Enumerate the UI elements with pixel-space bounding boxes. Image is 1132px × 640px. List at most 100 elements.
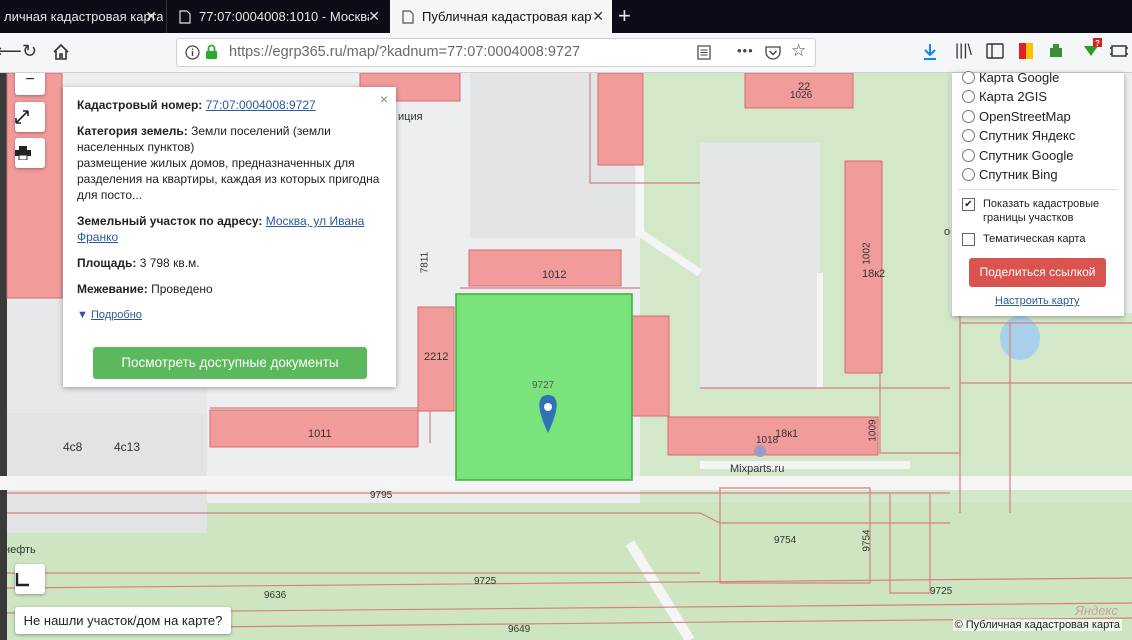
- close-icon[interactable]: ✕: [368, 8, 380, 25]
- bookmark-flag-icon[interactable]: [1018, 42, 1034, 60]
- extension-icon[interactable]: [1048, 43, 1066, 59]
- layer-option-label: Спутник Bing: [979, 167, 1058, 182]
- layer-option-yandex-satellite[interactable]: Спутник Яндекс: [962, 128, 1075, 143]
- page-actions-menu[interactable]: •••: [737, 43, 754, 58]
- survey-label: Межевание:: [77, 282, 148, 296]
- ruler-button[interactable]: [15, 564, 45, 594]
- layer-option-label: Спутник Google: [979, 148, 1074, 163]
- address-row: Земельный участок по адресу: Москва, ул …: [77, 213, 382, 245]
- triangle-down-icon: ▼: [77, 309, 88, 321]
- survey-row: Межевание: Проведено: [77, 281, 382, 297]
- radio-button[interactable]: [962, 110, 975, 123]
- copyright-text: © Публичная кадастровая карта: [952, 619, 1122, 631]
- bookmark-star-icon[interactable]: ☆: [791, 41, 806, 61]
- building-label: 4с8: [63, 440, 83, 454]
- document-icon: [402, 9, 414, 24]
- view-documents-button[interactable]: Посмотреть доступные документы: [93, 347, 367, 379]
- home-icon[interactable]: [52, 43, 70, 61]
- parcel-label: 9754: [861, 529, 873, 552]
- checkbox-unchecked[interactable]: [962, 233, 975, 246]
- layer-option-label: Карта 2GIS: [979, 89, 1048, 104]
- thematic-label: Тематическая карта: [983, 233, 1086, 245]
- building-label: 1011: [308, 428, 332, 440]
- poi-label: иция: [398, 111, 423, 123]
- info-icon[interactable]: [185, 45, 200, 60]
- cadnum-label: Кадастровый номер:: [77, 98, 203, 112]
- show-borders-label: Показать кадастровые границы участков: [983, 198, 1100, 224]
- checkbox-checked[interactable]: ✔: [962, 198, 975, 211]
- close-icon[interactable]: ×: [380, 91, 388, 107]
- parcel-label: 9725: [474, 576, 497, 587]
- back-arrow-icon[interactable]: ⟵: [0, 41, 22, 62]
- url-text: https://egrp365.ru/map/?kadnum=77:07:000…: [229, 44, 581, 60]
- usage-text: размещение жилых домов, предназначенных …: [77, 156, 380, 202]
- notification-badge: ?: [1095, 39, 1100, 48]
- layer-option-osm[interactable]: OpenStreetMap: [962, 109, 1071, 124]
- layer-option-google-satellite[interactable]: Спутник Google: [962, 148, 1074, 163]
- building-label: 7811: [419, 251, 431, 274]
- layer-option-bing-satellite[interactable]: Спутник Bing: [962, 167, 1058, 182]
- layer-panel: Карта Google Карта 2GIS OpenStreetMap Сп…: [952, 70, 1124, 316]
- parcel-label: 9725: [930, 586, 953, 597]
- print-button[interactable]: [15, 138, 45, 168]
- building-label: 1002: [861, 242, 873, 265]
- close-icon[interactable]: ✕: [145, 8, 157, 25]
- radio-button[interactable]: [962, 71, 975, 84]
- zoom-out-button[interactable]: −: [15, 73, 45, 95]
- cadnum-link[interactable]: 77:07:0004008:9727: [206, 98, 316, 112]
- poi-label: нефть: [4, 544, 36, 556]
- building-label: 18к2: [862, 268, 886, 280]
- category-row: Категория земель: Земли поселений (земли…: [77, 123, 382, 203]
- reload-icon[interactable]: ↻: [22, 41, 37, 62]
- building-label: 4с13: [114, 440, 141, 454]
- tab-1[interactable]: личная кадастровая карта ✕: [0, 0, 165, 33]
- radio-button[interactable]: [962, 129, 975, 142]
- sidebar-icon[interactable]: [986, 43, 1004, 59]
- printer-icon: [15, 146, 31, 160]
- radio-button[interactable]: [962, 90, 975, 103]
- parcel-label: 9754: [774, 535, 797, 546]
- thematic-map-checkbox[interactable]: Тематическая карта: [962, 232, 1085, 246]
- area-value: 3 798 кв.м.: [139, 256, 200, 270]
- parcel-label: 9636: [264, 590, 287, 601]
- parcel-label: 9649: [508, 624, 531, 635]
- not-found-button[interactable]: Не нашли участок/дом на карте?: [15, 607, 231, 634]
- library-icon[interactable]: |||\: [955, 42, 972, 60]
- download-icon[interactable]: [922, 43, 938, 61]
- navigation-bar: ⟵ ↻ https://egrp365.ru/map/?kadnum=77:07…: [0, 33, 1132, 73]
- screenshot-icon[interactable]: [1110, 44, 1128, 58]
- layer-option-google-map[interactable]: Карта Google: [962, 70, 1059, 85]
- url-bar[interactable]: https://egrp365.ru/map/?kadnum=77:07:000…: [176, 38, 816, 67]
- tab-2[interactable]: 77:07:0004008:1010 - Москва, ✕: [166, 0, 388, 33]
- fullscreen-button[interactable]: [15, 102, 45, 132]
- cadnum-row: Кадастровый номер: 77:07:0004008:9727: [77, 97, 382, 113]
- tab-3-title: Публичная кадастровая карта: [422, 9, 592, 24]
- building-label: 2212: [424, 351, 449, 363]
- area-label: Площадь:: [77, 256, 137, 270]
- address-label: Земельный участок по адресу:: [77, 214, 263, 228]
- close-icon[interactable]: ✕: [592, 8, 604, 25]
- pocket-icon[interactable]: [765, 45, 781, 60]
- share-link-button[interactable]: Поделиться ссылкой: [969, 258, 1106, 287]
- ruler-icon: [15, 573, 29, 587]
- reader-view-icon[interactable]: [697, 45, 711, 60]
- tab-1-title: личная кадастровая карта: [4, 9, 164, 24]
- radio-button[interactable]: [962, 149, 975, 162]
- yandex-logo: Яндекс: [1075, 603, 1118, 618]
- tab-3[interactable]: Публичная кадастровая карта ✕: [390, 0, 612, 33]
- poi-label: о: [944, 226, 951, 238]
- poi-label[interactable]: Mixparts.ru: [730, 463, 784, 475]
- show-borders-checkbox[interactable]: ✔ Показать кадастровые границы участков: [962, 197, 1112, 225]
- building-label: 1012: [542, 269, 567, 281]
- more-link[interactable]: Подробно: [91, 309, 142, 321]
- document-icon: [179, 9, 191, 24]
- parcel-label: 9727: [532, 380, 555, 391]
- radio-button[interactable]: [962, 168, 975, 181]
- new-tab-button[interactable]: +: [618, 3, 631, 29]
- layer-option-label: Спутник Яндекс: [979, 128, 1076, 143]
- layer-option-2gis[interactable]: Карта 2GIS: [962, 89, 1047, 104]
- layer-option-label: Карта Google: [979, 70, 1060, 85]
- configure-map-link[interactable]: Настроить карту: [995, 295, 1080, 307]
- more-row: ▼ Подробно: [77, 307, 382, 323]
- lock-icon[interactable]: [205, 44, 218, 60]
